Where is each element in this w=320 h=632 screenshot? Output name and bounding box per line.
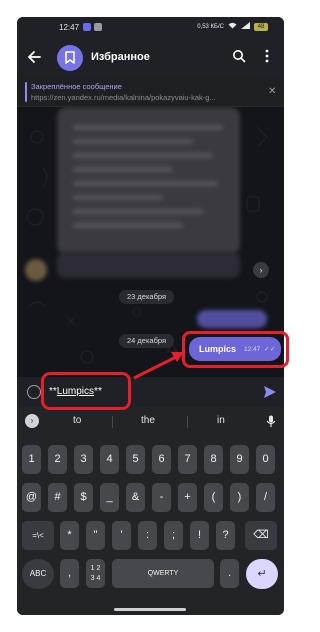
blurred-bubble [197, 310, 267, 328]
dot-key[interactable]: . [220, 559, 239, 588]
key[interactable]: # [48, 483, 67, 512]
search-icon[interactable] [232, 49, 246, 68]
bookmark-icon [65, 51, 75, 64]
key[interactable]: 4 [100, 445, 119, 474]
suggestion-item[interactable]: the [141, 415, 155, 426]
back-arrow-icon[interactable] [25, 48, 43, 66]
pinned-accent-bar [25, 82, 27, 102]
blurred-preview [57, 252, 240, 278]
battery-icon: 48 [254, 22, 268, 31]
blurred-avatar [25, 259, 47, 281]
pinned-message[interactable]: Закреплённое сообщение https://zen.yande… [17, 77, 284, 107]
key[interactable]: 7 [178, 445, 197, 474]
status-time: 12:47 [59, 23, 80, 32]
key[interactable]: * [60, 521, 79, 550]
forward-icon[interactable]: › [253, 262, 269, 278]
key[interactable]: 0 [256, 445, 275, 474]
key[interactable]: / [256, 483, 275, 512]
key[interactable]: " [86, 521, 105, 550]
status-right: 0,53 КБ/С 48 [197, 22, 268, 31]
status-app-icons [83, 23, 102, 31]
wifi-icon [228, 22, 237, 31]
key[interactable]: ' [112, 521, 131, 550]
chat-header: Избранное [17, 39, 284, 77]
key[interactable]: ) [230, 483, 249, 512]
key[interactable]: 6 [152, 445, 171, 474]
key[interactable]: 8 [204, 445, 223, 474]
microphone-icon[interactable] [266, 415, 276, 433]
numpad-key[interactable]: 1 2 3 4 [86, 559, 105, 588]
key[interactable]: ! [190, 521, 209, 550]
status-bar: 12:47 0,53 КБ/С 48 [17, 17, 284, 39]
signal-icon [241, 22, 250, 31]
key[interactable]: 3 [74, 445, 93, 474]
key[interactable]: + [178, 483, 197, 512]
enter-key[interactable]: ↵ [246, 559, 278, 589]
key[interactable]: : [138, 521, 157, 550]
key[interactable]: $ [74, 483, 93, 512]
bubble-highlight-frame [182, 331, 289, 368]
key[interactable]: @ [22, 483, 41, 512]
key[interactable]: _ [100, 483, 119, 512]
date-chip: 23 декабря [119, 290, 175, 304]
backspace-key[interactable]: ⌫ [245, 521, 277, 550]
key[interactable]: 1 [22, 445, 41, 474]
divider [112, 416, 113, 428]
input-highlight-frame [41, 372, 131, 410]
chat-title[interactable]: Избранное [91, 51, 150, 63]
key[interactable]: 9 [230, 445, 249, 474]
symbols-key[interactable]: =\< [22, 521, 54, 550]
abc-key[interactable]: ABC [22, 559, 54, 589]
key[interactable]: ; [164, 521, 183, 550]
space-key[interactable]: QWERTY [112, 559, 214, 588]
network-speed: 0,53 КБ/С [197, 23, 224, 30]
expand-icon[interactable]: › [25, 414, 39, 428]
suggestion-item[interactable]: to [73, 415, 81, 426]
pinned-link: https://zen.yandex.ru/media/kalnina/poka… [31, 93, 216, 102]
emoji-icon[interactable] [27, 385, 41, 399]
more-vertical-icon[interactable] [265, 49, 269, 68]
divider [187, 416, 188, 428]
send-icon[interactable] [263, 385, 277, 399]
pinned-title: Закреплённое сообщение [31, 82, 122, 91]
key[interactable]: & [126, 483, 145, 512]
phone-screen: 12:47 0,53 КБ/С 48 Избранное Закреплённо… [17, 17, 284, 615]
suggestion-item[interactable]: in [217, 415, 225, 426]
close-icon[interactable]: ✕ [268, 86, 276, 97]
date-chip: 24 декабря [119, 334, 175, 348]
home-indicator [114, 608, 186, 611]
suggestion-bar: › to the in [17, 407, 284, 435]
keyboard: › to the in 1 2 3 4 5 6 7 8 9 0 @ # $ _ … [17, 407, 284, 615]
notification-icon [94, 23, 102, 31]
key[interactable]: - [152, 483, 171, 512]
key[interactable]: 2 [48, 445, 67, 474]
key[interactable]: ? [216, 521, 235, 550]
key[interactable]: 5 [126, 445, 145, 474]
blurred-message [57, 107, 240, 255]
avatar[interactable] [57, 45, 83, 71]
notification-icon [83, 23, 91, 31]
key[interactable]: ( [204, 483, 223, 512]
comma-key[interactable]: , [60, 559, 79, 588]
